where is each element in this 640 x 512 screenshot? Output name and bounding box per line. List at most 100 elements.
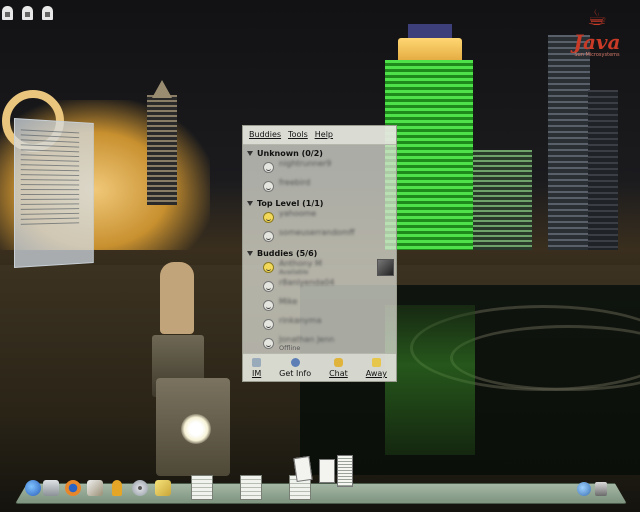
menu-buddies[interactable]: Buddies — [249, 130, 281, 144]
cd-player-icon[interactable] — [132, 480, 148, 496]
buddy-info: Anthony M Available — [279, 259, 322, 277]
group-name: Buddies (5/6) — [257, 248, 318, 258]
buddy-info: Mike — [279, 297, 297, 306]
buddy-row[interactable]: r8anlyenda04 — [245, 278, 396, 297]
firefox-icon[interactable] — [65, 480, 81, 496]
get-info-button[interactable]: Get Info — [279, 358, 311, 378]
java-logo: ☕ Java Sun Microsystems — [572, 6, 622, 86]
buddy-info: r8anlyenda04 — [279, 278, 334, 287]
buddy-name: freebird — [279, 178, 311, 187]
buddy-row[interactable]: Mike — [245, 297, 396, 316]
lock-icon[interactable] — [22, 6, 33, 20]
document-lines — [20, 129, 80, 227]
network-icon[interactable] — [577, 482, 591, 496]
buddy-status-icon — [263, 319, 274, 330]
im-button[interactable]: IM — [252, 358, 261, 378]
tower-reflection — [385, 305, 475, 455]
bottom-panel — [15, 455, 627, 504]
java-logo-subtitle: Sun Microsystems — [574, 52, 620, 58]
info-icon — [290, 358, 300, 367]
buddy-avatar — [377, 259, 394, 276]
group-name: Top Level (1/1) — [257, 198, 324, 208]
terminal-icon[interactable] — [43, 480, 59, 496]
buddy-info: yahoome — [279, 209, 316, 218]
buddy-name: Anthony M — [279, 259, 322, 268]
translucent-window[interactable] — [14, 118, 94, 268]
building — [472, 150, 532, 250]
top-left-icons — [2, 6, 53, 20]
buddy-status-icon — [263, 281, 274, 292]
building — [147, 95, 177, 205]
buddy-name: yahoome — [279, 209, 317, 218]
lock-icon[interactable] — [2, 6, 13, 20]
building — [588, 90, 618, 250]
group-header[interactable]: Buddies (5/6) — [245, 247, 396, 259]
group-name: Unknown (0/2) — [257, 148, 323, 158]
coffee-cup-icon: ☕ — [587, 6, 607, 31]
network-globe-icon[interactable] — [25, 480, 41, 496]
buddy-status: Available — [279, 268, 309, 276]
java-logo-text: Java — [573, 30, 621, 54]
user-icon[interactable] — [112, 480, 122, 496]
buddy-name: Mike — [279, 297, 298, 306]
buddy-list-window[interactable]: Buddies Tools Help Unknown (0/2) nightrun… — [242, 125, 397, 382]
buddy-info: rinkanyma — [279, 316, 321, 325]
get-info-button-label: Get Info — [279, 369, 312, 378]
buddy-row[interactable]: Anthony M Available — [245, 259, 396, 278]
button-bar: IM Get Info Chat Away — [243, 353, 396, 381]
person — [160, 262, 194, 334]
away-icon — [371, 358, 381, 367]
away-button[interactable]: Away — [366, 358, 387, 378]
buddy-row[interactable]: rinkanyma — [245, 316, 396, 335]
chat-button[interactable]: Chat — [329, 358, 348, 378]
expand-arrow-icon[interactable] — [247, 200, 253, 206]
buddy-info: nightrunner9 — [279, 159, 331, 168]
workspace-2[interactable] — [240, 475, 262, 500]
building-spire — [152, 80, 172, 98]
buddy-info: freebird — [279, 178, 310, 187]
message-icon — [252, 358, 262, 367]
menu-tools[interactable]: Tools — [288, 130, 308, 144]
window-preview[interactable] — [337, 455, 353, 487]
buddy-row[interactable]: yahoome — [245, 209, 396, 228]
lock-icon[interactable] — [42, 6, 53, 20]
buddy-status-icon — [263, 181, 274, 192]
group-header[interactable]: Top Level (1/1) — [245, 197, 396, 209]
buddy-status-icon — [263, 262, 274, 273]
expand-arrow-icon[interactable] — [247, 150, 253, 156]
buddy-name: someuserrandomff — [279, 228, 355, 237]
text-editor-icon[interactable] — [87, 480, 103, 496]
lamp-light — [181, 414, 211, 444]
group-header[interactable]: Unknown (0/2) — [245, 147, 396, 159]
buddy-row[interactable]: Jonathan Jenn Offline — [245, 335, 396, 354]
system-tray — [577, 482, 611, 498]
buddy-row[interactable]: nightrunner9 — [245, 159, 396, 178]
panel-bar — [15, 483, 627, 504]
buddy-status-icon — [263, 231, 274, 242]
buddy-row[interactable]: someuserrandomff — [245, 228, 396, 247]
buddy-tree: Unknown (0/2) nightrunner9 freebird Top Lev… — [243, 145, 396, 357]
buddy-name: Jonathan Jenn — [279, 335, 335, 344]
buddy-name: r8anlyenda04 — [279, 278, 335, 287]
notes-icon[interactable] — [155, 480, 171, 496]
im-button-label: IM — [251, 369, 262, 378]
buddy-info: someuserrandomff — [279, 228, 355, 237]
window-preview[interactable] — [319, 459, 335, 483]
window-preview[interactable] — [293, 456, 313, 482]
menu-help[interactable]: Help — [315, 130, 333, 144]
buddy-name: rinkanyma — [279, 316, 322, 325]
away-button-label: Away — [365, 369, 388, 378]
workspace-1[interactable] — [191, 475, 213, 500]
buddy-status-icon — [263, 338, 274, 349]
user-switch-icon[interactable] — [595, 482, 607, 496]
expand-arrow-icon[interactable] — [247, 250, 253, 256]
buddy-row[interactable]: freebird — [245, 178, 396, 197]
buddy-status-icon — [263, 162, 274, 173]
buddy-status-icon — [263, 212, 274, 223]
chat-icon — [333, 358, 343, 367]
chat-button-label: Chat — [329, 369, 348, 378]
buddy-status: Offline — [279, 344, 301, 352]
buddy-name: nightrunner9 — [279, 159, 332, 168]
menu-bar: Buddies Tools Help — [243, 126, 396, 145]
buddy-status-icon — [263, 300, 274, 311]
